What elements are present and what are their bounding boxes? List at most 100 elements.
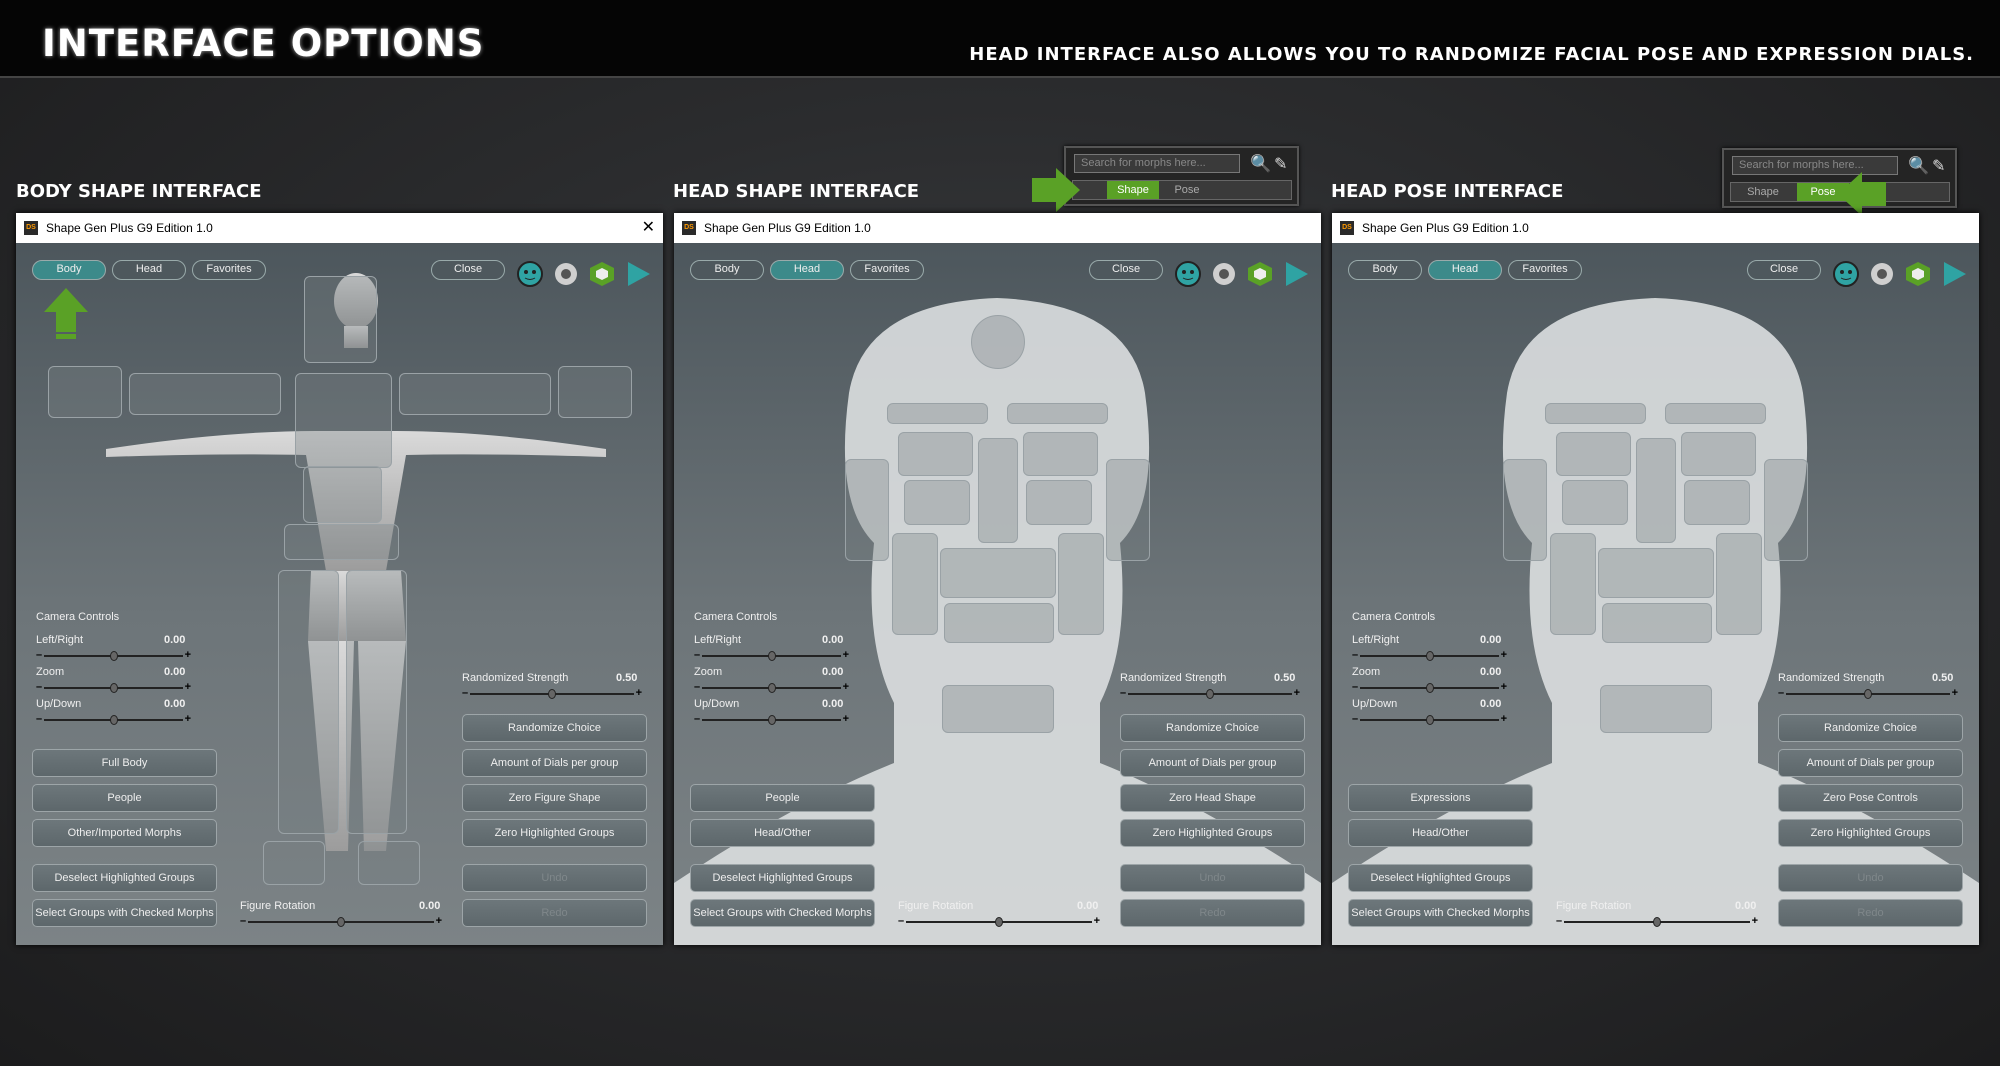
zero-highlighted-groups-button[interactable]: Zero Highlighted Groups	[1778, 819, 1963, 847]
figure-rotation-slider[interactable]: – +	[240, 915, 442, 928]
zone-left-jaw[interactable]	[1058, 533, 1104, 635]
zone-left-cheek[interactable]	[1684, 480, 1750, 525]
zone-left-brow[interactable]	[1665, 403, 1766, 424]
undo-button[interactable]: Undo	[1120, 864, 1305, 892]
magnifier-icon[interactable]: 🔍	[1250, 154, 1271, 174]
head-other-button[interactable]: Head/Other	[690, 819, 875, 847]
eraser-icon[interactable]: ✎	[1274, 154, 1287, 174]
zone-left-eye[interactable]	[1023, 432, 1098, 476]
zone-right-eye[interactable]	[1556, 432, 1631, 476]
mini-tab-shape[interactable]: Shape	[1107, 181, 1159, 199]
randomize-choice-button[interactable]: Randomize Choice	[1120, 714, 1305, 742]
zero-highlighted-groups-button[interactable]: Zero Highlighted Groups	[1120, 819, 1305, 847]
zone-left-arm[interactable]	[399, 373, 551, 415]
up-down-slider[interactable]: – +	[694, 713, 849, 726]
up-down-slider[interactable]: – +	[36, 713, 191, 726]
undo-button[interactable]: Undo	[1778, 864, 1963, 892]
zone-right-cheek[interactable]	[904, 480, 970, 525]
deselect-highlighted-groups-button[interactable]: Deselect Highlighted Groups	[690, 864, 875, 892]
zone-mouth[interactable]	[1598, 548, 1714, 598]
zone-chest[interactable]	[295, 373, 392, 468]
zero-highlighted-groups-button[interactable]: Zero Highlighted Groups	[462, 819, 647, 847]
eraser-icon[interactable]: ✎	[1932, 156, 1945, 176]
amount-of-dials-button[interactable]: Amount of Dials per group	[462, 749, 647, 777]
select-groups-checked-morphs-button[interactable]: Select Groups with Checked Morphs	[1348, 899, 1533, 927]
zone-right-jaw[interactable]	[892, 533, 938, 635]
zone-left-brow[interactable]	[1007, 403, 1108, 424]
zoom-value: 0.00	[822, 666, 844, 678]
zone-mouth[interactable]	[940, 548, 1056, 598]
zone-left-jaw[interactable]	[1716, 533, 1762, 635]
zone-right-jaw[interactable]	[1550, 533, 1596, 635]
zone-nose[interactable]	[978, 438, 1018, 543]
zone-right-eye[interactable]	[898, 432, 973, 476]
zone-right-cheek[interactable]	[1562, 480, 1628, 525]
select-groups-checked-morphs-button[interactable]: Select Groups with Checked Morphs	[32, 899, 217, 927]
zero-head-shape-button[interactable]: Zero Head Shape	[1120, 784, 1305, 812]
zone-neck[interactable]	[942, 685, 1054, 733]
deselect-highlighted-groups-button[interactable]: Deselect Highlighted Groups	[32, 864, 217, 892]
figure-rotation-slider[interactable]: – +	[898, 915, 1100, 928]
randomize-choice-button[interactable]: Randomize Choice	[1778, 714, 1963, 742]
expressions-button[interactable]: Expressions	[1348, 784, 1533, 812]
zone-left-foot[interactable]	[358, 841, 420, 885]
zone-chin[interactable]	[944, 603, 1054, 643]
zone-right-ear[interactable]	[1503, 459, 1547, 561]
head-other-button[interactable]: Head/Other	[1348, 819, 1533, 847]
randomized-strength-slider[interactable]: – +	[462, 687, 642, 700]
amount-of-dials-button[interactable]: Amount of Dials per group	[1778, 749, 1963, 777]
randomized-strength-slider[interactable]: – +	[1120, 687, 1300, 700]
undo-button[interactable]: Undo	[462, 864, 647, 892]
zone-right-foot[interactable]	[263, 841, 325, 885]
zoom-slider[interactable]: – +	[36, 681, 191, 694]
zone-head[interactable]	[304, 276, 377, 363]
amount-of-dials-button[interactable]: Amount of Dials per group	[1120, 749, 1305, 777]
zone-left-hand[interactable]	[558, 366, 632, 418]
people-button[interactable]: People	[32, 784, 217, 812]
mini-tab-pose[interactable]: Pose	[1161, 181, 1213, 199]
zone-right-brow[interactable]	[887, 403, 988, 424]
zone-nose[interactable]	[1636, 438, 1676, 543]
close-icon[interactable]: ✕	[642, 213, 655, 243]
zone-left-eye[interactable]	[1681, 432, 1756, 476]
zone-right-ear[interactable]	[845, 459, 889, 561]
other-imported-morphs-button[interactable]: Other/Imported Morphs	[32, 819, 217, 847]
zone-chin[interactable]	[1602, 603, 1712, 643]
zone-hips[interactable]	[284, 524, 399, 560]
randomized-strength-slider[interactable]: – +	[1778, 687, 1958, 700]
zone-abdomen[interactable]	[303, 466, 382, 523]
zone-right-arm[interactable]	[129, 373, 281, 415]
randomized-strength-value: 0.50	[1274, 672, 1296, 684]
zone-forehead[interactable]	[971, 315, 1025, 369]
zone-neck[interactable]	[1600, 685, 1712, 733]
zero-pose-controls-button[interactable]: Zero Pose Controls	[1778, 784, 1963, 812]
zone-right-brow[interactable]	[1545, 403, 1646, 424]
zoom-slider[interactable]: – +	[694, 681, 849, 694]
redo-button[interactable]: Redo	[1120, 899, 1305, 927]
left-right-slider[interactable]: – +	[1352, 649, 1507, 662]
select-groups-checked-morphs-button[interactable]: Select Groups with Checked Morphs	[690, 899, 875, 927]
zoom-slider[interactable]: – +	[1352, 681, 1507, 694]
full-body-button[interactable]: Full Body	[32, 749, 217, 777]
people-button[interactable]: People	[690, 784, 875, 812]
zone-left-cheek[interactable]	[1026, 480, 1092, 525]
randomize-choice-button[interactable]: Randomize Choice	[462, 714, 647, 742]
window-title: Shape Gen Plus G9 Edition 1.0	[1362, 221, 1529, 235]
left-right-slider[interactable]: – +	[694, 649, 849, 662]
mini-tab-shape[interactable]: Shape	[1737, 183, 1789, 201]
figure-rotation-slider[interactable]: – +	[1556, 915, 1758, 928]
magnifier-icon[interactable]: 🔍	[1908, 156, 1929, 176]
zone-left-ear[interactable]	[1106, 459, 1150, 561]
zone-left-ear[interactable]	[1764, 459, 1808, 561]
zero-figure-shape-button[interactable]: Zero Figure Shape	[462, 784, 647, 812]
deselect-highlighted-groups-button[interactable]: Deselect Highlighted Groups	[1348, 864, 1533, 892]
redo-button[interactable]: Redo	[462, 899, 647, 927]
mini-search-input[interactable]: Search for morphs here...	[1074, 154, 1240, 173]
left-right-slider[interactable]: – +	[36, 649, 191, 662]
up-down-slider[interactable]: – +	[1352, 713, 1507, 726]
zone-left-leg[interactable]	[346, 570, 407, 834]
zone-right-hand[interactable]	[48, 366, 122, 418]
redo-button[interactable]: Redo	[1778, 899, 1963, 927]
zone-right-leg[interactable]	[278, 570, 339, 834]
figure-rotation-label: Figure Rotation	[1556, 900, 1632, 912]
